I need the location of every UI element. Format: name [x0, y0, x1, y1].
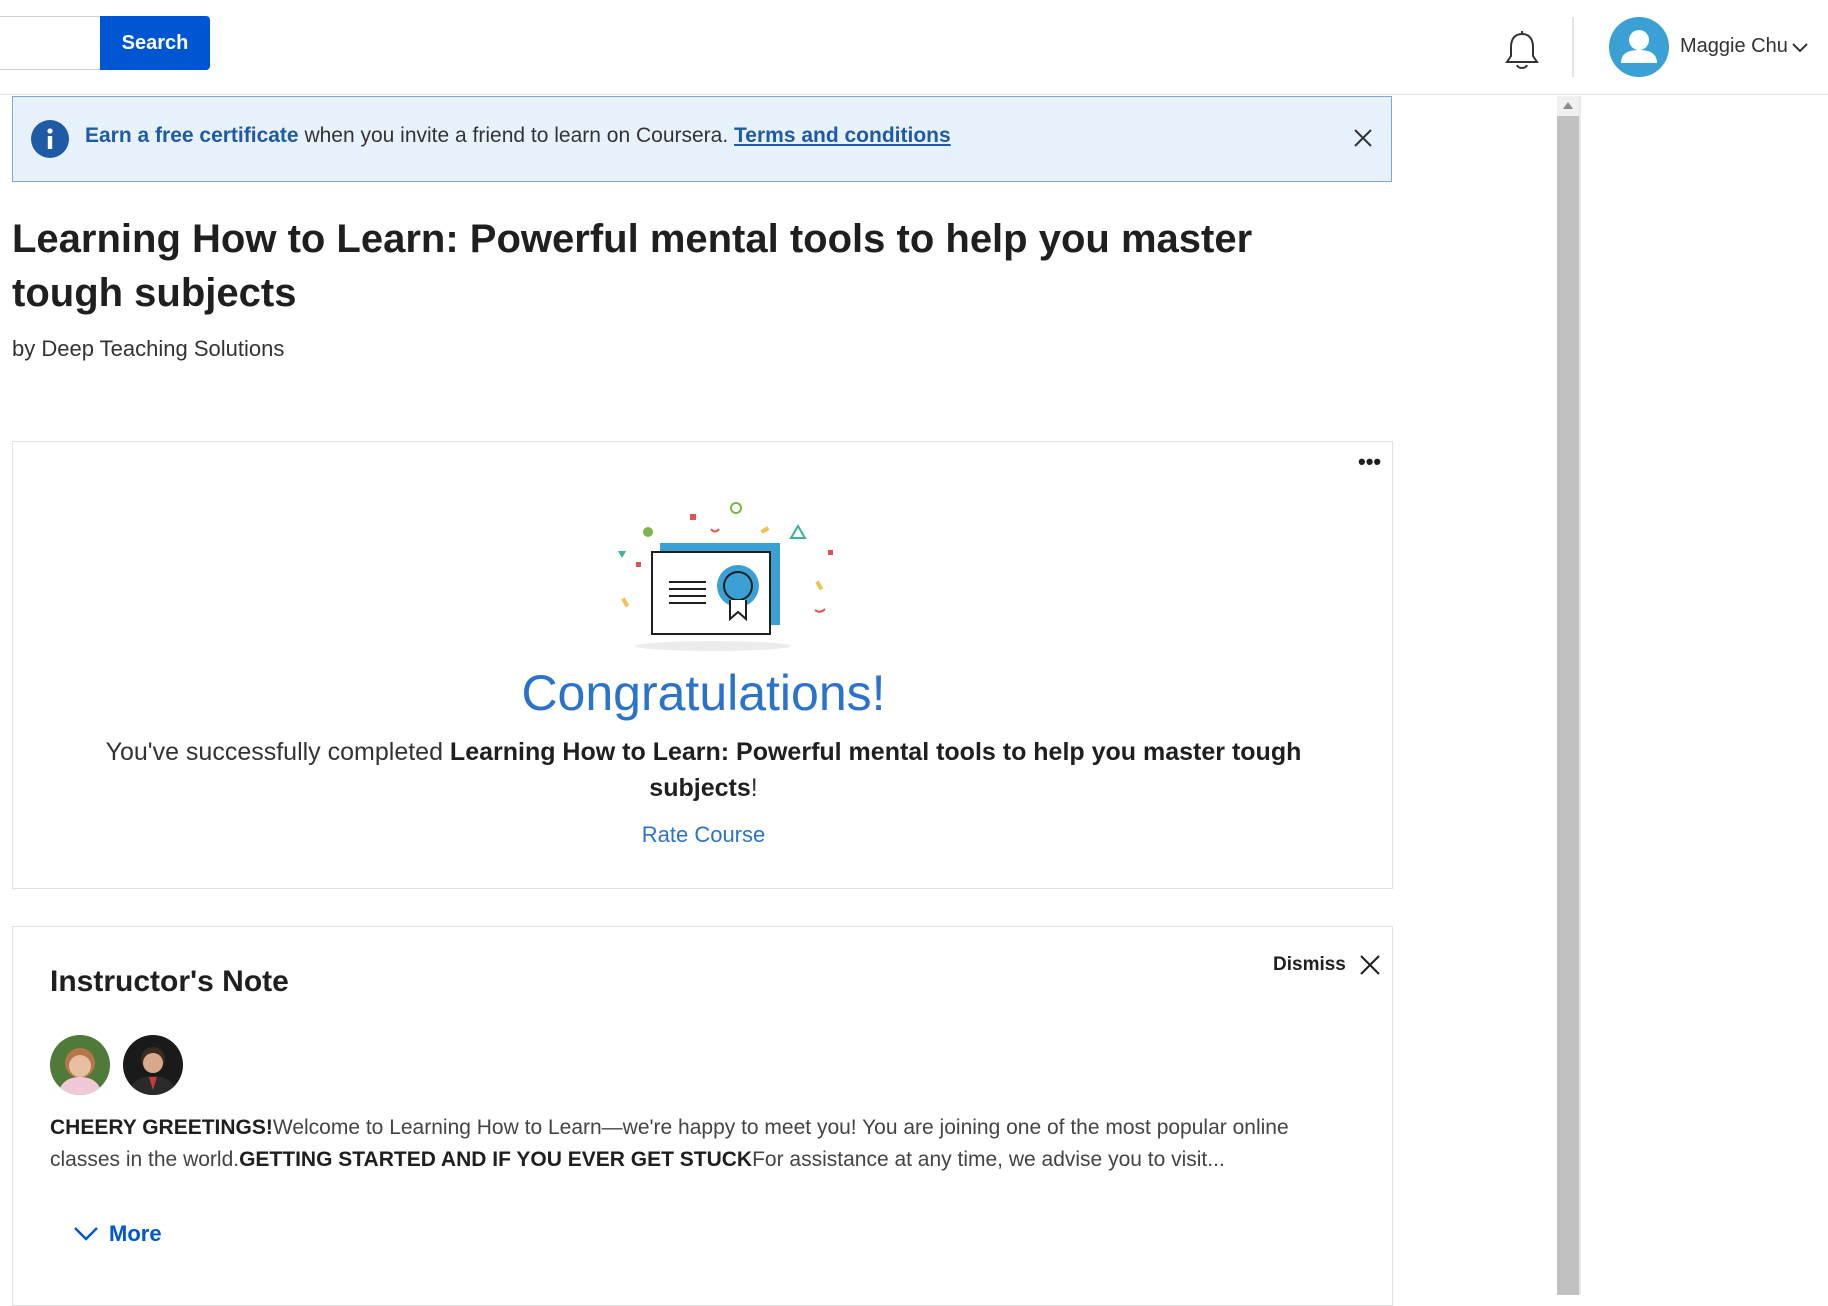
banner-message: Earn a free certificate when you invite …	[85, 124, 951, 148]
certificate-illustration	[618, 502, 833, 651]
dismiss-label: Dismiss	[1273, 954, 1346, 975]
rate-course-link[interactable]: Rate Course	[13, 822, 1394, 848]
scroll-track-edge	[1579, 96, 1581, 1295]
instructor-avatar	[50, 1035, 110, 1095]
more-horizontal-icon[interactable]: •••	[1358, 451, 1388, 477]
course-title: Learning How to Learn: Powerful mental t…	[12, 217, 1253, 315]
completion-prefix: You've successfully completed	[105, 738, 450, 766]
instructor-note-card: Instructor's Note Dismiss CHEERY GREETIN…	[12, 926, 1393, 1306]
arrow-up-icon	[1563, 102, 1573, 109]
banner-text: when you invite a friend to learn on Cou…	[298, 124, 735, 147]
scroll-up-button[interactable]	[1557, 96, 1579, 116]
note-greeting-heading: CHEERY GREETINGS!	[50, 1116, 273, 1139]
header-divider	[1572, 17, 1574, 77]
close-icon	[1360, 955, 1380, 975]
search-button[interactable]: Search	[100, 16, 210, 70]
more-label: More	[109, 1221, 162, 1246]
more-button[interactable]: More	[73, 1221, 162, 1247]
completion-message: You've successfully completed Learning H…	[93, 734, 1314, 806]
search-input[interactable]	[0, 16, 102, 70]
completion-suffix: !	[750, 774, 758, 802]
user-name[interactable]: Maggie Chu	[1680, 35, 1788, 58]
instructor-avatar	[123, 1035, 183, 1095]
referral-banner: Earn a free certificate when you invite …	[12, 96, 1392, 182]
user-avatar[interactable]	[1609, 17, 1669, 77]
note-getting-started-text: For assistance at any time, we advise yo…	[752, 1148, 1225, 1171]
completion-course-name: Learning How to Learn: Powerful mental t…	[449, 738, 1302, 802]
congratulations-heading: Congratulations!	[521, 665, 886, 721]
chevron-down-icon	[74, 1227, 98, 1241]
dismiss-button[interactable]: Dismiss	[1273, 947, 1382, 983]
top-navigation-bar: Search Maggie Chu	[0, 0, 1828, 95]
bell-icon[interactable]	[1502, 30, 1542, 72]
chevron-down-icon[interactable]	[1790, 38, 1810, 58]
terms-link[interactable]: Terms and conditions	[734, 124, 951, 147]
course-provider: by Deep Teaching Solutions	[12, 336, 285, 361]
user-silhouette-icon	[1621, 30, 1657, 63]
banner-highlight: Earn a free certificate	[85, 124, 299, 147]
instructor-note-body: CHEERY GREETINGS!Welcome to Learning How…	[50, 1112, 1360, 1176]
note-getting-started-heading: GETTING STARTED AND IF YOU EVER GET STUC…	[239, 1148, 753, 1171]
instructor-note-title: Instructor's Note	[50, 965, 289, 998]
info-icon	[31, 120, 69, 158]
completion-card: ••• Congratulations! You've successfully…	[12, 441, 1393, 889]
close-icon[interactable]	[1346, 121, 1380, 155]
scrollbar[interactable]	[1557, 96, 1579, 1295]
